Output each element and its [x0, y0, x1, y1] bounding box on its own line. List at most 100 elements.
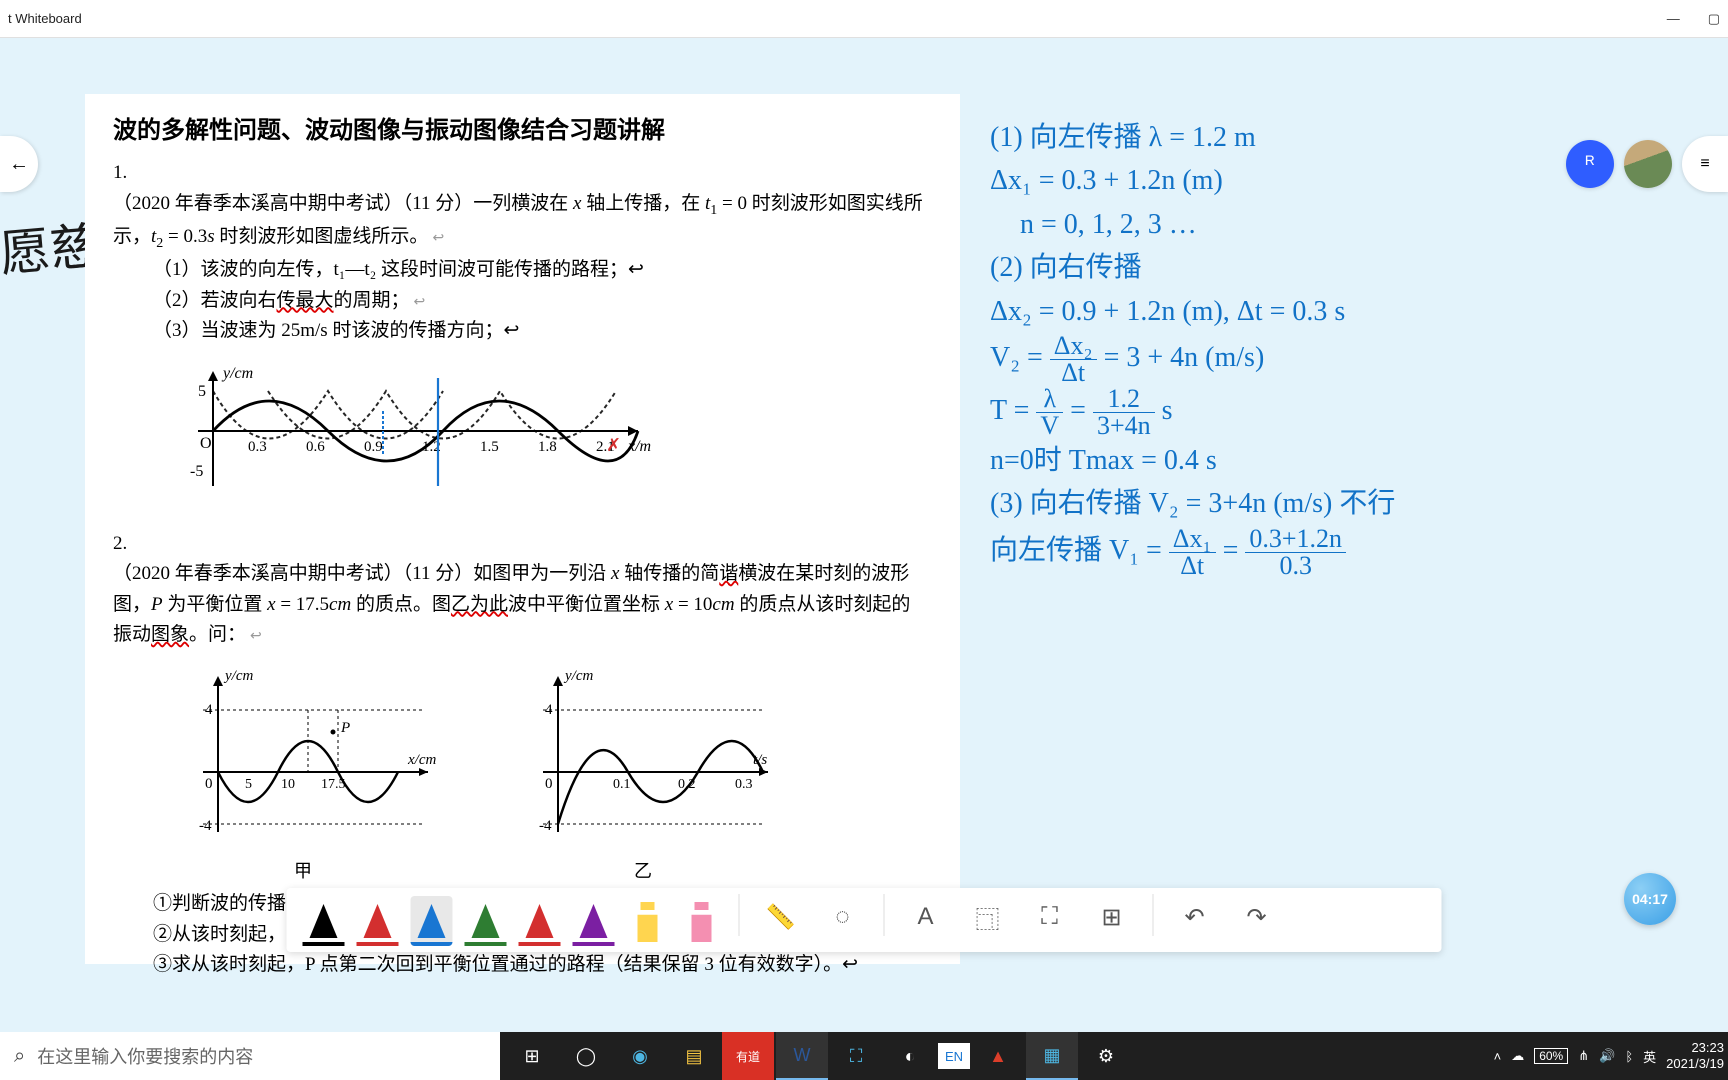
svg-text:✗: ✗ — [606, 435, 621, 455]
adobe-icon[interactable]: ▲ — [972, 1032, 1024, 1080]
svg-text:1.5: 1.5 — [480, 439, 499, 455]
hw-line3: n = 0, 1, 2, 3 … — [990, 203, 1410, 246]
q1-part3: （3）当波速为 25m/s 时该波的传播方向；↩ — [113, 316, 932, 346]
whiteboard-taskbar-icon[interactable]: ▦ — [1026, 1032, 1078, 1080]
svg-text:5: 5 — [245, 777, 252, 792]
search-placeholder: 在这里输入你要搜索的内容 — [37, 1043, 253, 1069]
undo-icon: ↶ — [1184, 903, 1204, 932]
svg-text:y/cm: y/cm — [563, 668, 593, 684]
window-titlebar: t Whiteboard — ▢ — [0, 0, 1728, 38]
tray-chevron-icon[interactable]: ˄ — [1494, 1049, 1502, 1064]
hw-line5: Δx₂ = 0.9 + 1.2n (m), Δt = 0.3 s — [990, 290, 1410, 333]
pen-blue-active[interactable] — [411, 896, 453, 946]
add-tool[interactable]: ⊞ — [1089, 894, 1135, 940]
minimize-button[interactable]: — — [1667, 11, 1680, 27]
image-tool[interactable]: ⛶ — [1027, 894, 1073, 940]
task-view-button[interactable]: ⊞ — [506, 1032, 558, 1080]
clock-date: 2021/3/19 — [1666, 1056, 1724, 1072]
pen-black[interactable] — [303, 896, 345, 946]
ruler-icon: 📏 — [766, 903, 796, 932]
pen-purple[interactable] — [573, 896, 615, 946]
ime-lang[interactable]: 英 — [1643, 1047, 1656, 1066]
battery-indicator[interactable]: 60% — [1534, 1048, 1568, 1064]
svg-text:0.1: 0.1 — [613, 777, 631, 792]
svg-text:y/cm: y/cm — [221, 365, 253, 382]
word-icon[interactable]: W — [776, 1032, 828, 1080]
ruler-tool[interactable]: 📏 — [758, 894, 804, 940]
handwritten-solution: (1) 向左传播 λ = 1.2 m Δx₁ = 0.3 + 1.2n (m) … — [990, 116, 1410, 579]
svg-text:-5: -5 — [190, 463, 203, 480]
maximize-button[interactable]: ▢ — [1708, 11, 1720, 27]
youdao-icon[interactable]: 有道 — [722, 1032, 774, 1080]
participant-other-avatar[interactable] — [1624, 140, 1672, 188]
window-controls: — ▢ — [1667, 11, 1720, 27]
search-box[interactable]: ⌕ 在这里输入你要搜索的内容 — [0, 1032, 500, 1080]
svg-text:-4: -4 — [539, 818, 552, 834]
highlighter-yellow[interactable] — [627, 896, 669, 946]
text-tool[interactable]: A — [903, 894, 949, 940]
redo-button[interactable]: ↷ — [1234, 894, 1280, 940]
lasso-tool[interactable]: ◌ — [820, 894, 866, 940]
image-icon: ⛶ — [1041, 903, 1058, 931]
highlighter-pink[interactable] — [681, 896, 723, 946]
separator — [739, 894, 740, 936]
worksheet-document: 波的多解性问题、波动图像与振动图像结合习题讲解 1. （2020 年春季本溪高中… — [85, 94, 960, 964]
chrome-icon[interactable]: ◐ — [884, 1032, 936, 1080]
hw-line1: (1) 向左传播 λ = 1.2 m — [990, 116, 1410, 159]
svg-text:O: O — [200, 435, 212, 452]
pen-green[interactable] — [465, 896, 507, 946]
fig-a-caption: 甲 — [163, 857, 443, 886]
cloud-icon[interactable]: ☁ — [1511, 1048, 1524, 1064]
recording-timer[interactable]: 04:17 — [1624, 873, 1676, 925]
svg-text:0: 0 — [205, 776, 213, 792]
more-menu-button[interactable]: ≡ — [1682, 136, 1728, 192]
hw-line9: (3) 向右传播 V₂ = 3+4n (m/s) 不行 — [990, 482, 1410, 525]
hw-line2: Δx₁ = 0.3 + 1.2n (m) — [990, 159, 1410, 202]
back-button[interactable]: ← — [0, 136, 38, 192]
ime-icon[interactable]: EN — [938, 1043, 970, 1069]
volume-icon[interactable]: 🔊 — [1599, 1048, 1615, 1064]
pen-red-2[interactable] — [519, 896, 561, 946]
svg-text:0.2: 0.2 — [678, 777, 696, 792]
hamburger-icon: ≡ — [1700, 155, 1709, 173]
svg-text:P: P — [340, 720, 350, 736]
q2-part3: ③求从该时刻起，P 点第二次回到平衡位置通过的路程（结果保留 3 位有效数字）。… — [113, 950, 932, 980]
svg-text:0.3: 0.3 — [248, 439, 267, 455]
q1-part1: （1）该波的向左传，t₁—t₂ 这段时间波可能传播的路程；↩ — [113, 255, 932, 285]
worksheet-title: 波的多解性问题、波动图像与振动图像结合习题讲解 — [113, 112, 932, 150]
arrow-left-icon: ← — [9, 153, 29, 176]
hw-line7: T = λV = 1.23+4n s — [990, 386, 1410, 439]
svg-text:0.6: 0.6 — [306, 439, 325, 455]
store-icon[interactable]: ⛶ — [830, 1032, 882, 1080]
edge-icon[interactable]: ◉ — [614, 1032, 666, 1080]
taskbar-apps: ⊞ ◯ ◉ ▤ 有道 W ⛶ ◐ EN ▲ ▦ ⚙ — [506, 1032, 1132, 1080]
system-tray: ˄ ☁ 60% ⋔ 🔊 ᛒ 英 23:23 2021/3/19 — [1494, 1040, 1728, 1071]
svg-text:-4: -4 — [199, 818, 212, 834]
hw-line4: (2) 向右传播 — [990, 246, 1410, 289]
svg-text:y/cm: y/cm — [223, 668, 253, 684]
fig-b-caption: 乙 — [503, 857, 783, 886]
settings-icon[interactable]: ⚙ — [1080, 1032, 1132, 1080]
lasso-icon: ◌ — [835, 903, 849, 931]
bluetooth-icon[interactable]: ᛒ — [1625, 1049, 1633, 1064]
q1-part2: （2）若波向右传最大的周期；↩ — [113, 286, 932, 316]
participant-you-avatar[interactable]: ᴿ — [1566, 140, 1614, 188]
q2-figures: y/cm x/cm 0 4 -4 5 10 17.5 P 甲 — [163, 662, 932, 885]
svg-text:17.5: 17.5 — [321, 777, 346, 792]
wifi-icon[interactable]: ⋔ — [1578, 1048, 1589, 1064]
windows-taskbar: ⌕ 在这里输入你要搜索的内容 ⊞ ◯ ◉ ▤ 有道 W ⛶ ◐ EN ▲ ▦ ⚙… — [0, 1032, 1728, 1080]
hw-line8: n=0时 Tmax = 0.4 s — [990, 439, 1410, 482]
person-icon: ᴿ — [1585, 153, 1594, 176]
explorer-icon[interactable]: ▤ — [668, 1032, 720, 1080]
recording-time: 04:17 — [1632, 891, 1668, 907]
undo-button[interactable]: ↶ — [1172, 894, 1218, 940]
note-icon: ⿹ — [976, 900, 1000, 935]
taskbar-clock[interactable]: 23:23 2021/3/19 — [1666, 1040, 1724, 1071]
window-title: t Whiteboard — [8, 11, 82, 26]
pen-red[interactable] — [357, 896, 399, 946]
whiteboard-canvas[interactable]: ← 愿慈 波的多解性问题、波动图像与振动图像结合习题讲解 1. （2020 年春… — [0, 38, 1728, 960]
note-tool[interactable]: ⿹ — [965, 894, 1011, 940]
cortana-icon[interactable]: ◯ — [560, 1032, 612, 1080]
svg-text:x/cm: x/cm — [407, 752, 436, 768]
q1-head: （2020 年春季本溪高中期中考试）（11 分）一列横波在 x 轴上传播，在 t… — [113, 189, 923, 255]
